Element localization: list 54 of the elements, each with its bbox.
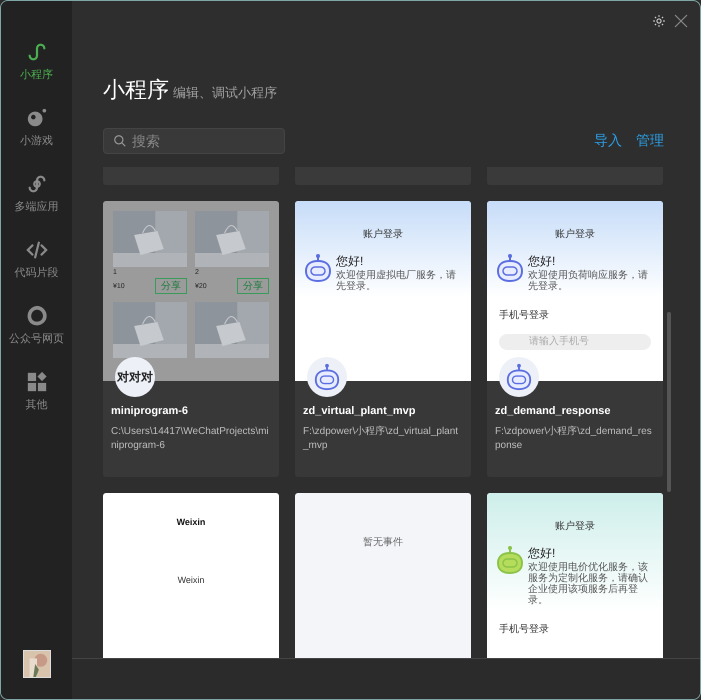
robot-icon bbox=[505, 363, 533, 391]
page-text: Weixin bbox=[178, 575, 204, 585]
project-avatar: 对对对 bbox=[115, 357, 155, 397]
ball-icon bbox=[26, 107, 48, 129]
robot-icon bbox=[495, 253, 525, 283]
phone-field: 请输入手机号 bbox=[499, 334, 651, 350]
robot-icon bbox=[495, 545, 525, 575]
login-title: 账户登录 bbox=[555, 520, 595, 533]
sidebar-item[interactable]: 多端应用 bbox=[1, 173, 72, 239]
project-name: zd_virtual_plant_mvp bbox=[303, 405, 416, 417]
login-title: 账户登录 bbox=[555, 228, 595, 241]
mini-program-icon bbox=[26, 41, 48, 63]
project-card[interactable]: 账户登录 您好! 欢迎使用虚拟电厂服务，请先登录。 zd_virtual_plant_mvp F:\zdpower\小程序\zd_virtual_plant_mvp bbox=[295, 201, 471, 477]
close-icon[interactable] bbox=[674, 14, 688, 28]
project-name: zd_demand_response bbox=[495, 405, 612, 417]
project-path: C:\Users\14417\WeChatProjects\miniprogram-6 bbox=[111, 425, 270, 453]
sidebar-item[interactable]: 小游戏 bbox=[1, 107, 72, 173]
code-icon bbox=[26, 239, 48, 261]
share-button: 分享 bbox=[237, 278, 269, 294]
action-link[interactable]: 导入 bbox=[594, 132, 622, 150]
welcome-text: 欢迎使用虚拟电厂服务，请先登录。 bbox=[336, 270, 457, 292]
greeting-text: 您好! bbox=[528, 253, 556, 270]
project-card[interactable]: 账户登录 您好! 欢迎使用电价优化服务，该服务为定制化服务，请确认企业使用该项服务后再登录。 手机号登录 bbox=[487, 493, 663, 658]
welcome-text: 欢迎使用电价优化服务，该服务为定制化服务，请确认企业使用该项服务后再登录。 bbox=[528, 562, 649, 606]
project-card[interactable]: 账户登录 您好! 欢迎使用负荷响应服务，请先登录。 手机号登录 请输入手机号 zd_demand_response F:\zdpower\小程序\zd_demand_response bbox=[487, 201, 663, 477]
project-card[interactable]: 暂无事件 bbox=[295, 493, 471, 658]
form-label: 手机号登录 bbox=[499, 622, 550, 636]
project-name: miniprogram-6 bbox=[111, 405, 190, 417]
project-path: F:\zdpower\小程序\zd_virtual_plant_mvp bbox=[303, 425, 460, 453]
scrollbar-thumb[interactable] bbox=[667, 312, 671, 492]
project-path: F:\zdpower\小程序\zd_demand_response bbox=[495, 425, 653, 453]
sidebar-item[interactable]: 小程序 bbox=[1, 41, 72, 107]
robot-icon bbox=[313, 363, 341, 391]
sidebar-item[interactable]: 代码片段 bbox=[1, 239, 72, 305]
form-label: 手机号登录 bbox=[499, 308, 550, 322]
project-card[interactable]: Weixin Weixin bbox=[103, 493, 279, 658]
share-button: 分享 bbox=[155, 278, 187, 294]
welcome-text: 欢迎使用负荷响应服务，请先登录。 bbox=[528, 270, 649, 292]
robot-icon bbox=[303, 253, 333, 283]
search-field[interactable]: 搜索 bbox=[103, 128, 285, 154]
page-subtitle: 编辑、调试小程序 bbox=[173, 84, 277, 102]
page-title: 小程序 bbox=[103, 76, 169, 104]
greeting-text: 您好! bbox=[336, 253, 364, 270]
login-title: 账户登录 bbox=[363, 228, 403, 241]
search-icon bbox=[113, 134, 127, 148]
page-title: Weixin bbox=[176, 517, 206, 527]
settings-icon[interactable] bbox=[652, 14, 666, 28]
link-icon bbox=[26, 173, 48, 195]
grid-icon bbox=[26, 371, 48, 393]
sidebar-item[interactable]: 公众号网页 bbox=[1, 305, 72, 371]
empty-text: 暂无事件 bbox=[363, 536, 403, 550]
action-link[interactable]: 管理 bbox=[636, 132, 664, 150]
sidebar-item[interactable]: 其他 bbox=[1, 371, 72, 437]
greeting-text: 您好! bbox=[528, 545, 556, 562]
